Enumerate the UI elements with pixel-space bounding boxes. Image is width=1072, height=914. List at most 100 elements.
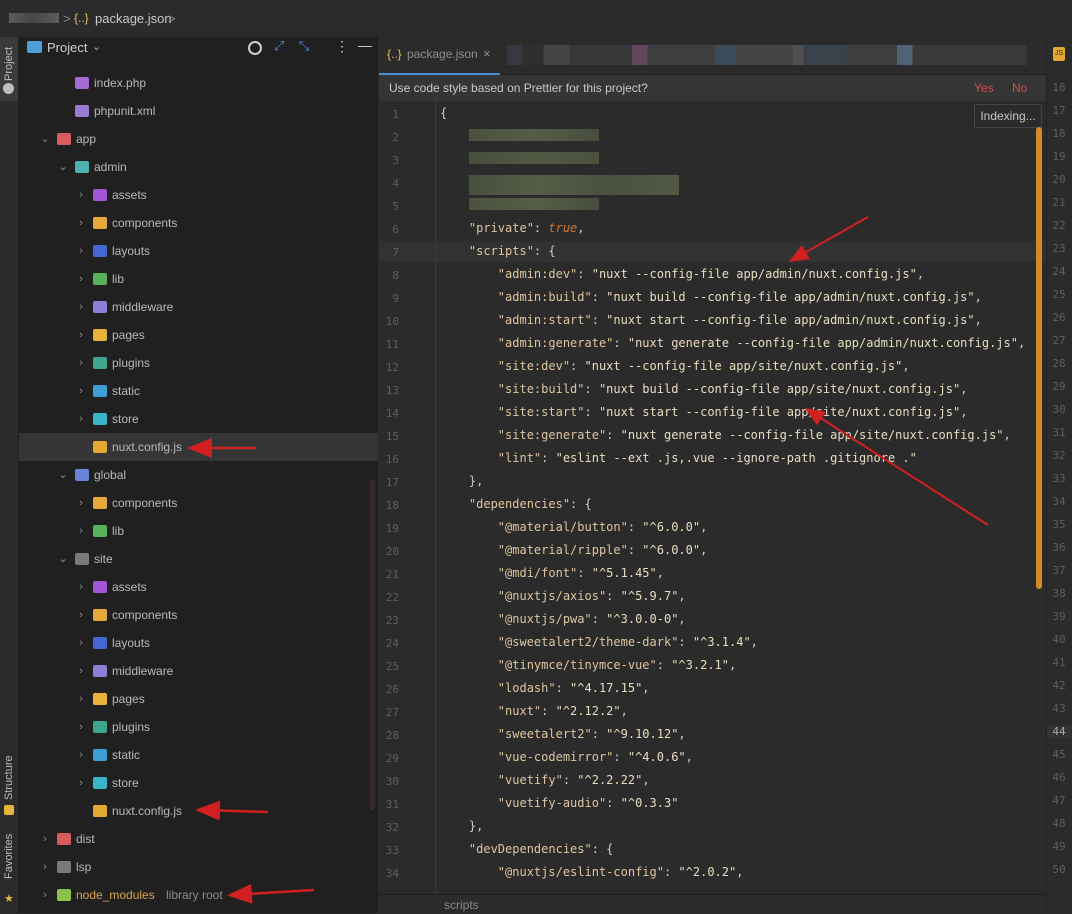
folder-icon	[93, 245, 107, 257]
chevron-right-icon[interactable]: ›	[76, 181, 86, 209]
tree-item-site[interactable]: ⌄ site	[19, 545, 378, 573]
tree-item-nuxt-config-js[interactable]: nuxt.config.js	[19, 433, 378, 461]
tree-item-label: lsp	[76, 860, 92, 874]
folder-icon	[93, 385, 107, 397]
tree-item-pages[interactable]: › pages	[19, 685, 378, 713]
tree-item-middleware[interactable]: › middleware	[19, 293, 378, 321]
chevron-right-icon[interactable]: ›	[76, 601, 86, 629]
tree-scrollbar[interactable]	[370, 480, 375, 810]
prettier-no-link[interactable]: No	[1012, 75, 1027, 101]
chevron-right-icon[interactable]: ›	[76, 321, 86, 349]
chevron-right-icon[interactable]: ›	[76, 713, 86, 741]
tree-item-components[interactable]: › components	[19, 601, 378, 629]
gutter-line-number: 25	[1052, 288, 1066, 301]
line-number: 17	[385, 476, 399, 489]
tree-item-components[interactable]: › components	[19, 489, 378, 517]
chevron-down-icon[interactable]: ⌄	[58, 545, 68, 573]
tree-item-layouts[interactable]: › layouts	[19, 237, 378, 265]
prettier-message: Use code style based on Prettier for thi…	[389, 81, 648, 95]
chevron-right-icon[interactable]: ›	[40, 853, 50, 881]
chevron-right-icon[interactable]: ›	[76, 741, 86, 769]
chevron-right-icon[interactable]: ›	[40, 825, 50, 853]
project-view-title[interactable]: Project	[47, 40, 87, 55]
tree-item-plugins[interactable]: › plugins	[19, 713, 378, 741]
collapse-icon[interactable]: ⤡	[299, 38, 309, 54]
tree-item-dist[interactable]: › dist	[19, 825, 378, 853]
tree-item-label: middleware	[112, 300, 174, 314]
chevron-right-icon[interactable]: ›	[76, 517, 86, 545]
tree-item-pages[interactable]: › pages	[19, 321, 378, 349]
chevron-down-icon[interactable]: ⌄	[58, 153, 68, 181]
gutter-line-number: 20	[1052, 173, 1066, 186]
chevron-right-icon[interactable]: ›	[76, 237, 86, 265]
code-line: "site:dev": "nuxt --config-file app/site…	[440, 359, 910, 373]
editor-scrollbar[interactable]	[1036, 127, 1042, 589]
chevron-right-icon[interactable]: ›	[76, 769, 86, 797]
status-path[interactable]: scripts	[444, 898, 479, 912]
tree-item-nuxt-config-js[interactable]: nuxt.config.js	[19, 797, 378, 825]
tree-item-layouts[interactable]: › layouts	[19, 629, 378, 657]
chevron-right-icon[interactable]: ›	[76, 293, 86, 321]
code-line: },	[440, 819, 484, 833]
chevron-right-icon[interactable]: ›	[76, 265, 86, 293]
tree-item-plugins[interactable]: › plugins	[19, 349, 378, 377]
gutter-line-number: 31	[1052, 426, 1066, 439]
blurred-line	[469, 129, 599, 141]
code-line: "admin:generate": "nuxt generate --confi…	[440, 336, 1026, 350]
tree-item-label: site	[94, 552, 113, 566]
chevron-right-icon[interactable]: ›	[76, 685, 86, 713]
tree-item-store[interactable]: › store	[19, 769, 378, 797]
tree-item-label: store	[112, 776, 139, 790]
chevron-down-icon[interactable]: ⌄	[92, 40, 101, 53]
code-line: "vue-codemirror": "^4.0.6",	[440, 750, 693, 764]
expand-icon[interactable]: ⤢	[274, 38, 284, 54]
tree-item-static[interactable]: › static	[19, 377, 378, 405]
tree-item-lib[interactable]: › lib	[19, 517, 378, 545]
close-icon[interactable]: ×	[483, 46, 491, 61]
folder-icon	[57, 133, 71, 145]
tree-item-assets[interactable]: › assets	[19, 573, 378, 601]
chevron-right-icon[interactable]: ›	[40, 881, 50, 909]
tree-item-static[interactable]: › static	[19, 741, 378, 769]
code-editor[interactable]: 1{2 3 4 5 6 "private": true, 7 "scripts": {8 …	[379, 101, 1046, 894]
line-number: 13	[385, 384, 399, 397]
locate-icon[interactable]	[248, 41, 262, 55]
tab-package-json[interactable]: {..} package.json ×	[379, 37, 500, 75]
project-tool-label[interactable]: Project	[3, 47, 15, 81]
favorites-tool-label[interactable]: Favorites	[3, 834, 15, 879]
tree-item-store[interactable]: › store	[19, 405, 378, 433]
tab-label[interactable]: package.json	[407, 47, 478, 61]
chevron-down-icon[interactable]: ⌄	[40, 125, 50, 153]
chevron-right-icon[interactable]: ›	[76, 573, 86, 601]
tree-item-middleware[interactable]: › middleware	[19, 657, 378, 685]
chevron-right-icon[interactable]: ›	[76, 657, 86, 685]
tree-item-assets[interactable]: › assets	[19, 181, 378, 209]
tree-item-label: layouts	[112, 636, 151, 650]
chevron-right-icon[interactable]: ›	[76, 209, 86, 237]
breadcrumb-file[interactable]: package.json	[95, 11, 172, 26]
chevron-right-icon[interactable]: ›	[76, 629, 86, 657]
tree-item-label: static	[112, 384, 141, 398]
prettier-yes-link[interactable]: Yes	[974, 75, 994, 101]
tree-item-phpunit-xml[interactable]: phpunit.xml	[19, 97, 378, 125]
folder-icon	[57, 889, 71, 901]
tree-item-index-php[interactable]: index.php	[19, 69, 378, 97]
chevron-down-icon[interactable]: ⌄	[58, 461, 68, 489]
gutter-line-number: 49	[1052, 840, 1066, 853]
minimize-icon[interactable]: —	[358, 37, 372, 53]
line-number: 9	[392, 292, 399, 305]
tree-item-global[interactable]: ⌄ global	[19, 461, 378, 489]
more-options-icon[interactable]: ⋮	[335, 38, 349, 55]
tree-item-app[interactable]: ⌄ app	[19, 125, 378, 153]
tree-item-lib[interactable]: › lib	[19, 265, 378, 293]
chevron-right-icon[interactable]: ›	[76, 489, 86, 517]
chevron-right-icon[interactable]: ›	[76, 377, 86, 405]
structure-tool-label[interactable]: Structure	[3, 755, 15, 800]
json-icon: {..}	[74, 11, 89, 25]
chevron-right-icon[interactable]: ›	[76, 405, 86, 433]
tree-item-lsp[interactable]: › lsp	[19, 853, 378, 881]
tree-item-admin[interactable]: ⌄ admin	[19, 153, 378, 181]
tree-item-components[interactable]: › components	[19, 209, 378, 237]
tree-item-node-modules[interactable]: › node_modules library root	[19, 881, 378, 909]
chevron-right-icon[interactable]: ›	[76, 349, 86, 377]
